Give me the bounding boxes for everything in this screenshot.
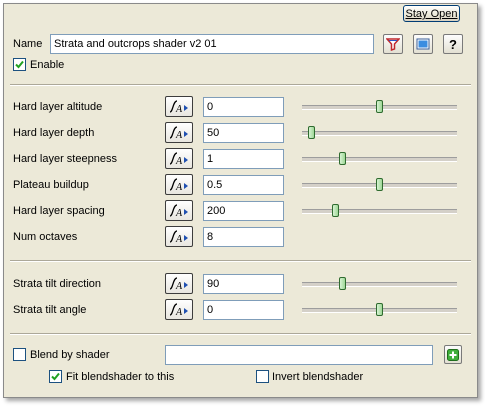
param-value-field[interactable]: 50	[203, 123, 284, 143]
curve-button[interactable]: A	[165, 200, 193, 221]
slider-thumb[interactable]	[332, 204, 339, 217]
curve-button[interactable]: A	[165, 299, 193, 320]
curve-button[interactable]: A	[165, 122, 193, 143]
slider-thumb[interactable]	[339, 277, 346, 290]
separator	[10, 333, 471, 335]
curve-button[interactable]: A	[165, 273, 193, 294]
param-value-field[interactable]: 0.5	[203, 175, 284, 195]
invert-blendshader-label: Invert blendshader	[272, 371, 364, 383]
param-slider[interactable]	[302, 204, 457, 217]
curve-button[interactable]: A	[165, 174, 193, 195]
separator	[10, 260, 471, 262]
param-label: Strata tilt angle	[13, 304, 87, 316]
param-value-field[interactable]: 1	[203, 149, 284, 169]
curve-button[interactable]: A	[165, 96, 193, 117]
curve-button[interactable]: A	[165, 148, 193, 169]
param-slider[interactable]	[302, 178, 457, 191]
svg-text:?: ?	[449, 37, 457, 51]
fit-blendshader-label: Fit blendshader to this	[66, 371, 175, 383]
svg-text:A: A	[175, 281, 183, 291]
checkmark-icon	[15, 60, 24, 69]
param-slider[interactable]	[302, 126, 457, 139]
function-curve-icon: A	[169, 152, 188, 166]
param-label: Plateau buildup	[13, 179, 89, 191]
question-mark-icon: ?	[449, 37, 457, 51]
function-curve-icon: A	[169, 277, 188, 291]
filter-button[interactable]	[383, 34, 403, 54]
function-curve-icon: A	[169, 303, 188, 317]
param-label: Num octaves	[13, 231, 78, 243]
separator	[10, 84, 471, 86]
param-label: Hard layer depth	[13, 127, 95, 139]
enable-label: Enable	[30, 59, 65, 71]
param-label: Hard layer steepness	[13, 153, 117, 165]
slider-thumb[interactable]	[339, 152, 346, 165]
slider-thumb[interactable]	[376, 100, 383, 113]
param-slider[interactable]	[302, 277, 457, 290]
preview-icon	[416, 38, 430, 50]
param-label: Hard layer altitude	[13, 101, 103, 113]
svg-text:A: A	[175, 104, 183, 114]
filter-icon	[386, 38, 400, 51]
svg-text:A: A	[175, 234, 183, 244]
svg-text:A: A	[175, 156, 183, 166]
param-value-field[interactable]: 90	[203, 274, 284, 294]
function-curve-icon: A	[169, 230, 188, 244]
param-value-field[interactable]: 8	[203, 227, 284, 247]
add-shader-button[interactable]	[444, 345, 462, 364]
param-value-field[interactable]: 0	[203, 300, 284, 320]
param-slider[interactable]	[302, 100, 457, 113]
shader-panel: Stay Open Name Strata and outcrops shade…	[3, 3, 478, 398]
svg-text:A: A	[175, 208, 183, 218]
enable-checkbox[interactable]	[13, 58, 26, 71]
function-curve-icon: A	[169, 178, 188, 192]
help-button[interactable]: ?	[443, 34, 463, 54]
function-curve-icon: A	[169, 204, 188, 218]
stay-open-button[interactable]: Stay Open	[403, 5, 460, 22]
param-label: Hard layer spacing	[13, 205, 105, 217]
preview-button[interactable]	[413, 34, 433, 54]
function-curve-icon: A	[169, 126, 188, 140]
param-slider[interactable]	[302, 152, 457, 165]
slider-thumb[interactable]	[376, 303, 383, 316]
slider-thumb[interactable]	[308, 126, 315, 139]
svg-text:A: A	[175, 307, 183, 317]
name-label: Name	[13, 38, 43, 50]
slider-thumb[interactable]	[376, 178, 383, 191]
checkmark-icon	[51, 372, 60, 381]
param-slider[interactable]	[302, 303, 457, 316]
blend-by-shader-label: Blend by shader	[30, 349, 110, 361]
blend-by-shader-checkbox[interactable]	[13, 348, 26, 361]
name-field[interactable]: Strata and outcrops shader v2 01	[50, 34, 374, 54]
fit-blendshader-checkbox[interactable]	[49, 370, 62, 383]
function-curve-icon: A	[169, 100, 188, 114]
invert-blendshader-checkbox[interactable]	[256, 370, 269, 383]
blend-shader-field[interactable]	[165, 345, 433, 365]
svg-text:A: A	[175, 130, 183, 140]
param-value-field[interactable]: 0	[203, 97, 284, 117]
svg-text:A: A	[175, 182, 183, 192]
param-value-field[interactable]: 200	[203, 201, 284, 221]
add-icon	[447, 348, 459, 361]
curve-button[interactable]: A	[165, 226, 193, 247]
param-label: Strata tilt direction	[13, 278, 102, 290]
